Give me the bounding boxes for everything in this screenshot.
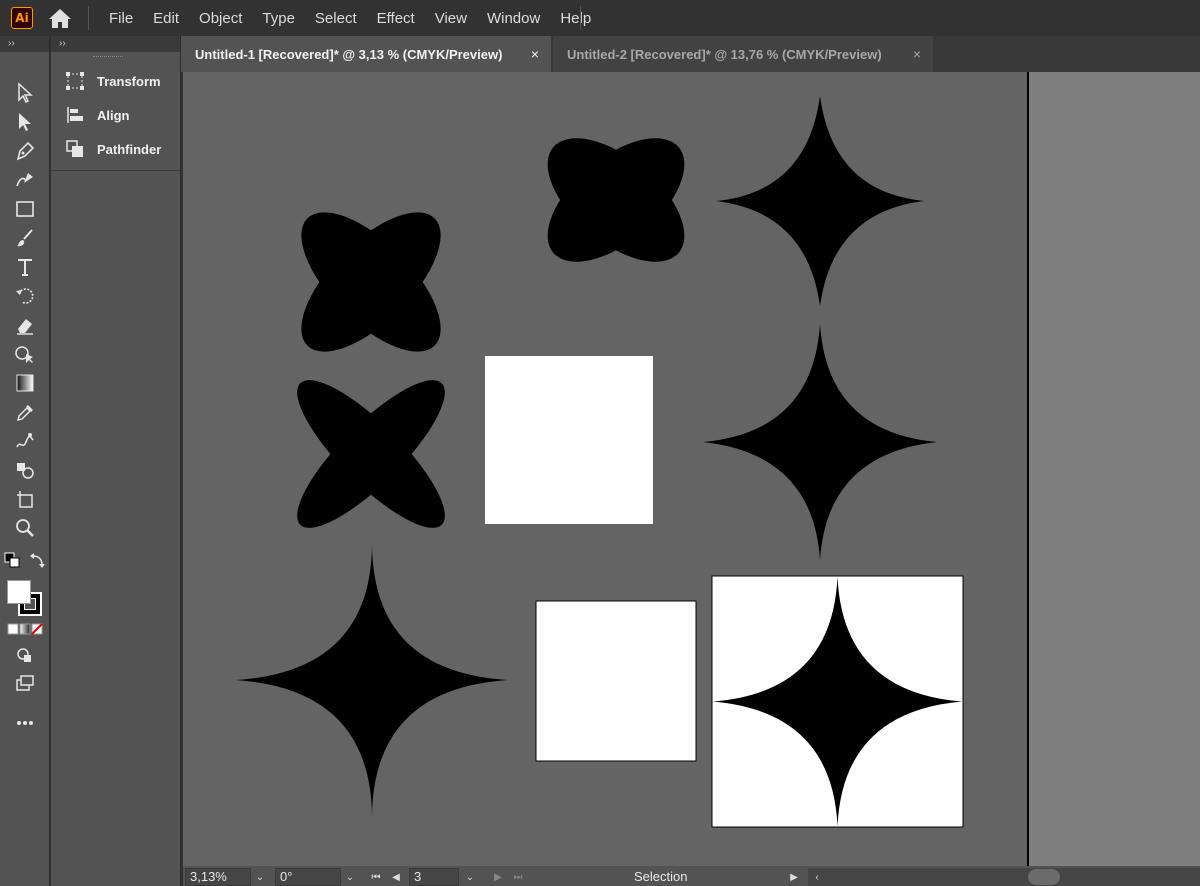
pasteboard-edge xyxy=(1027,72,1200,866)
eyedropper-tool-icon[interactable] xyxy=(12,399,38,425)
x-shape-fat[interactable] xyxy=(526,115,706,285)
artboard-tool-icon[interactable] xyxy=(12,486,38,512)
transform-icon xyxy=(66,72,84,90)
rectangle-tool-icon[interactable] xyxy=(12,196,38,222)
star-shape[interactable] xyxy=(235,544,508,817)
fill-swatch[interactable] xyxy=(7,580,31,604)
pen-tool-icon[interactable] xyxy=(12,138,38,164)
home-icon[interactable] xyxy=(47,6,73,30)
default-colors-icon[interactable] xyxy=(4,552,22,570)
panel-transform-label: Transform xyxy=(97,73,161,89)
tab-label: Untitled-1 [Recovered]* @ 3,13 % (CMYK/P… xyxy=(195,46,503,62)
paintbrush-tool-icon[interactable] xyxy=(12,225,38,251)
zoom-dropdown-icon[interactable]: ⌄ xyxy=(251,868,269,886)
panel-pathfinder-label: Pathfinder xyxy=(97,141,162,157)
eraser-tool-icon[interactable] xyxy=(12,312,38,338)
status-menu-icon[interactable]: ▶ xyxy=(785,868,803,886)
screen-mode-icon[interactable] xyxy=(12,670,38,696)
menu-edit[interactable]: Edit xyxy=(143,10,189,27)
shape-builder-tool-icon[interactable] xyxy=(12,341,38,367)
pathfinder-icon xyxy=(66,140,83,157)
type-tool-icon[interactable] xyxy=(12,254,38,280)
panel-align[interactable]: Align xyxy=(65,102,130,128)
menu-view[interactable]: View xyxy=(425,10,477,27)
color-mode-icon[interactable] xyxy=(7,622,43,636)
blend-tool-icon[interactable] xyxy=(12,428,38,454)
menu-select[interactable]: Select xyxy=(305,10,367,27)
menu-effect[interactable]: Effect xyxy=(367,10,425,27)
panel-pathfinder[interactable]: Pathfinder xyxy=(65,136,161,162)
scrollbar-thumb[interactable] xyxy=(1028,869,1060,885)
menu-divider xyxy=(88,6,89,30)
artboard-dropdown-icon[interactable]: ⌄ xyxy=(461,868,479,886)
rotate-tool-icon[interactable] xyxy=(12,283,38,309)
scroll-left-icon[interactable]: ‹ xyxy=(808,868,826,886)
star-shape[interactable] xyxy=(716,96,924,306)
star-tile[interactable] xyxy=(711,575,964,828)
panel-grip[interactable] xyxy=(93,56,123,59)
menu-window[interactable]: Window xyxy=(477,10,550,27)
x-shape-thin[interactable] xyxy=(279,362,463,546)
menu-items: File Edit Object Type Select Effect View… xyxy=(99,0,601,36)
x-shape-fat[interactable] xyxy=(279,190,463,374)
previous-artboard-icon[interactable]: ◀ xyxy=(387,868,405,886)
panel-transform[interactable]: Transform xyxy=(65,68,161,94)
white-square[interactable] xyxy=(485,356,653,524)
first-artboard-icon[interactable]: ⏮ xyxy=(367,868,385,886)
status-bar: 3,13% ⌄ 0° ⌄ ⏮ ◀ 3 ⌄ ▶ ⏭ Selection ▶ ‹ xyxy=(183,866,1200,886)
menu-divider xyxy=(580,6,581,30)
menu-bar: Ai File Edit Object Type Select Effect V… xyxy=(0,0,1200,36)
next-artboard-icon[interactable]: ▶ xyxy=(489,868,507,886)
direct-selection-tool-icon[interactable] xyxy=(12,109,38,135)
menu-file[interactable]: File xyxy=(99,10,143,27)
zoom-tool-icon[interactable] xyxy=(12,515,38,541)
tab-untitled-2[interactable]: Untitled-2 [Recovered]* @ 13,76 % (CMYK/… xyxy=(553,36,933,72)
selection-tool-icon[interactable] xyxy=(12,80,38,106)
zoom-field[interactable]: 3,13% xyxy=(185,868,251,886)
horizontal-scrollbar[interactable] xyxy=(808,868,1200,886)
star-shape[interactable] xyxy=(703,324,937,560)
artboard-number-field[interactable]: 3 xyxy=(409,868,459,886)
tab-untitled-1[interactable]: Untitled-1 [Recovered]* @ 3,13 % (CMYK/P… xyxy=(181,36,551,72)
symbol-sprayer-tool-icon[interactable] xyxy=(12,457,38,483)
rotation-field[interactable]: 0° xyxy=(275,868,341,886)
more-tools-icon[interactable] xyxy=(12,710,38,736)
panel-dock: ›› Transform Align Pathfinder xyxy=(51,36,181,886)
document-tab-bar: Untitled-1 [Recovered]* @ 3,13 % (CMYK/P… xyxy=(181,36,1200,72)
rotation-dropdown-icon[interactable]: ⌄ xyxy=(341,868,359,886)
current-tool-label: Selection xyxy=(634,869,688,884)
panel-divider xyxy=(51,170,181,171)
tab-label: Untitled-2 [Recovered]* @ 13,76 % (CMYK/… xyxy=(567,46,882,62)
curvature-tool-icon[interactable] xyxy=(12,167,38,193)
tab-close-icon[interactable]: × xyxy=(913,46,921,62)
menu-object[interactable]: Object xyxy=(189,10,252,27)
panel-align-label: Align xyxy=(97,107,130,123)
x-tile[interactable] xyxy=(521,586,711,776)
app-logo: Ai xyxy=(11,7,33,29)
last-artboard-icon[interactable]: ⏭ xyxy=(509,868,527,886)
menu-help[interactable]: Help xyxy=(550,10,601,27)
swap-colors-icon[interactable] xyxy=(28,552,46,570)
draw-mode-icon[interactable] xyxy=(12,643,38,669)
gradient-tool-icon[interactable] xyxy=(12,370,38,396)
panel-collapse-button[interactable]: ›› xyxy=(51,36,180,52)
tab-close-icon[interactable]: × xyxy=(531,46,539,62)
align-icon xyxy=(67,107,83,123)
tools-panel: ›› xyxy=(0,36,50,886)
menu-type[interactable]: Type xyxy=(252,10,305,27)
toolbar-collapse-button[interactable]: ›› xyxy=(0,36,49,52)
